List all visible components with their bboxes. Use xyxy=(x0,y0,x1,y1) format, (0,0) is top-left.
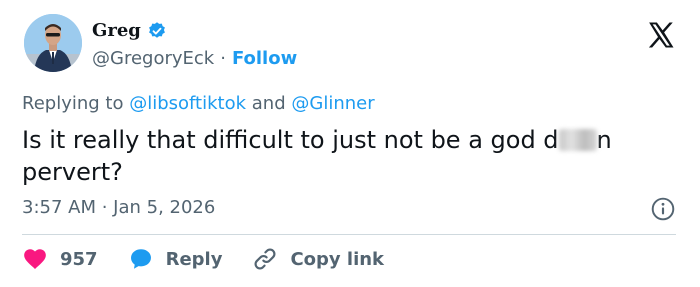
reply-button[interactable]: Reply xyxy=(128,246,223,272)
tweet-text: Is it really that difficult to just not … xyxy=(22,124,672,188)
like-button[interactable]: 957 xyxy=(22,246,98,272)
x-logo-icon[interactable] xyxy=(646,20,676,50)
reply-bubble-icon xyxy=(130,249,151,269)
author-name[interactable]: Greg xyxy=(92,20,141,41)
follow-button[interactable]: Follow xyxy=(232,48,297,69)
tweet-text-part-1: Is it really that difficult to just not … xyxy=(22,126,559,154)
censor-blur xyxy=(558,129,597,151)
reply-prefix: Replying to xyxy=(22,93,124,114)
avatar[interactable] xyxy=(24,14,82,72)
divider xyxy=(22,234,676,235)
mention-link-2[interactable]: @Glinner xyxy=(291,93,374,114)
author-handle[interactable]: @GregoryEck xyxy=(92,48,214,69)
copy-link-button[interactable]: Copy link xyxy=(252,246,384,272)
mention-link-1[interactable]: @libsoftiktok xyxy=(129,93,246,114)
action-bar: 957 Reply Copy link xyxy=(22,246,384,272)
separator-dot: · xyxy=(220,48,226,69)
info-icon[interactable] xyxy=(650,196,676,222)
reply-conjunction: and xyxy=(251,93,286,114)
copy-link-label: Copy link xyxy=(290,248,385,270)
reply-label: Reply xyxy=(165,248,223,270)
author-handle-row: @GregoryEck · Follow xyxy=(92,48,297,69)
tweet-text-part-3: pervert? xyxy=(22,158,123,186)
reply-context: Replying to @libsoftiktok and @Glinner xyxy=(22,93,375,114)
heart-icon xyxy=(24,249,46,269)
author-name-row: Greg xyxy=(92,20,167,41)
verified-badge-icon xyxy=(148,21,165,38)
tweet-text-part-2: n xyxy=(596,126,612,154)
like-count: 957 xyxy=(60,248,98,270)
tweet-timestamp[interactable]: 3:57 AM · Jan 5, 2026 xyxy=(22,197,215,218)
link-icon xyxy=(254,248,276,270)
